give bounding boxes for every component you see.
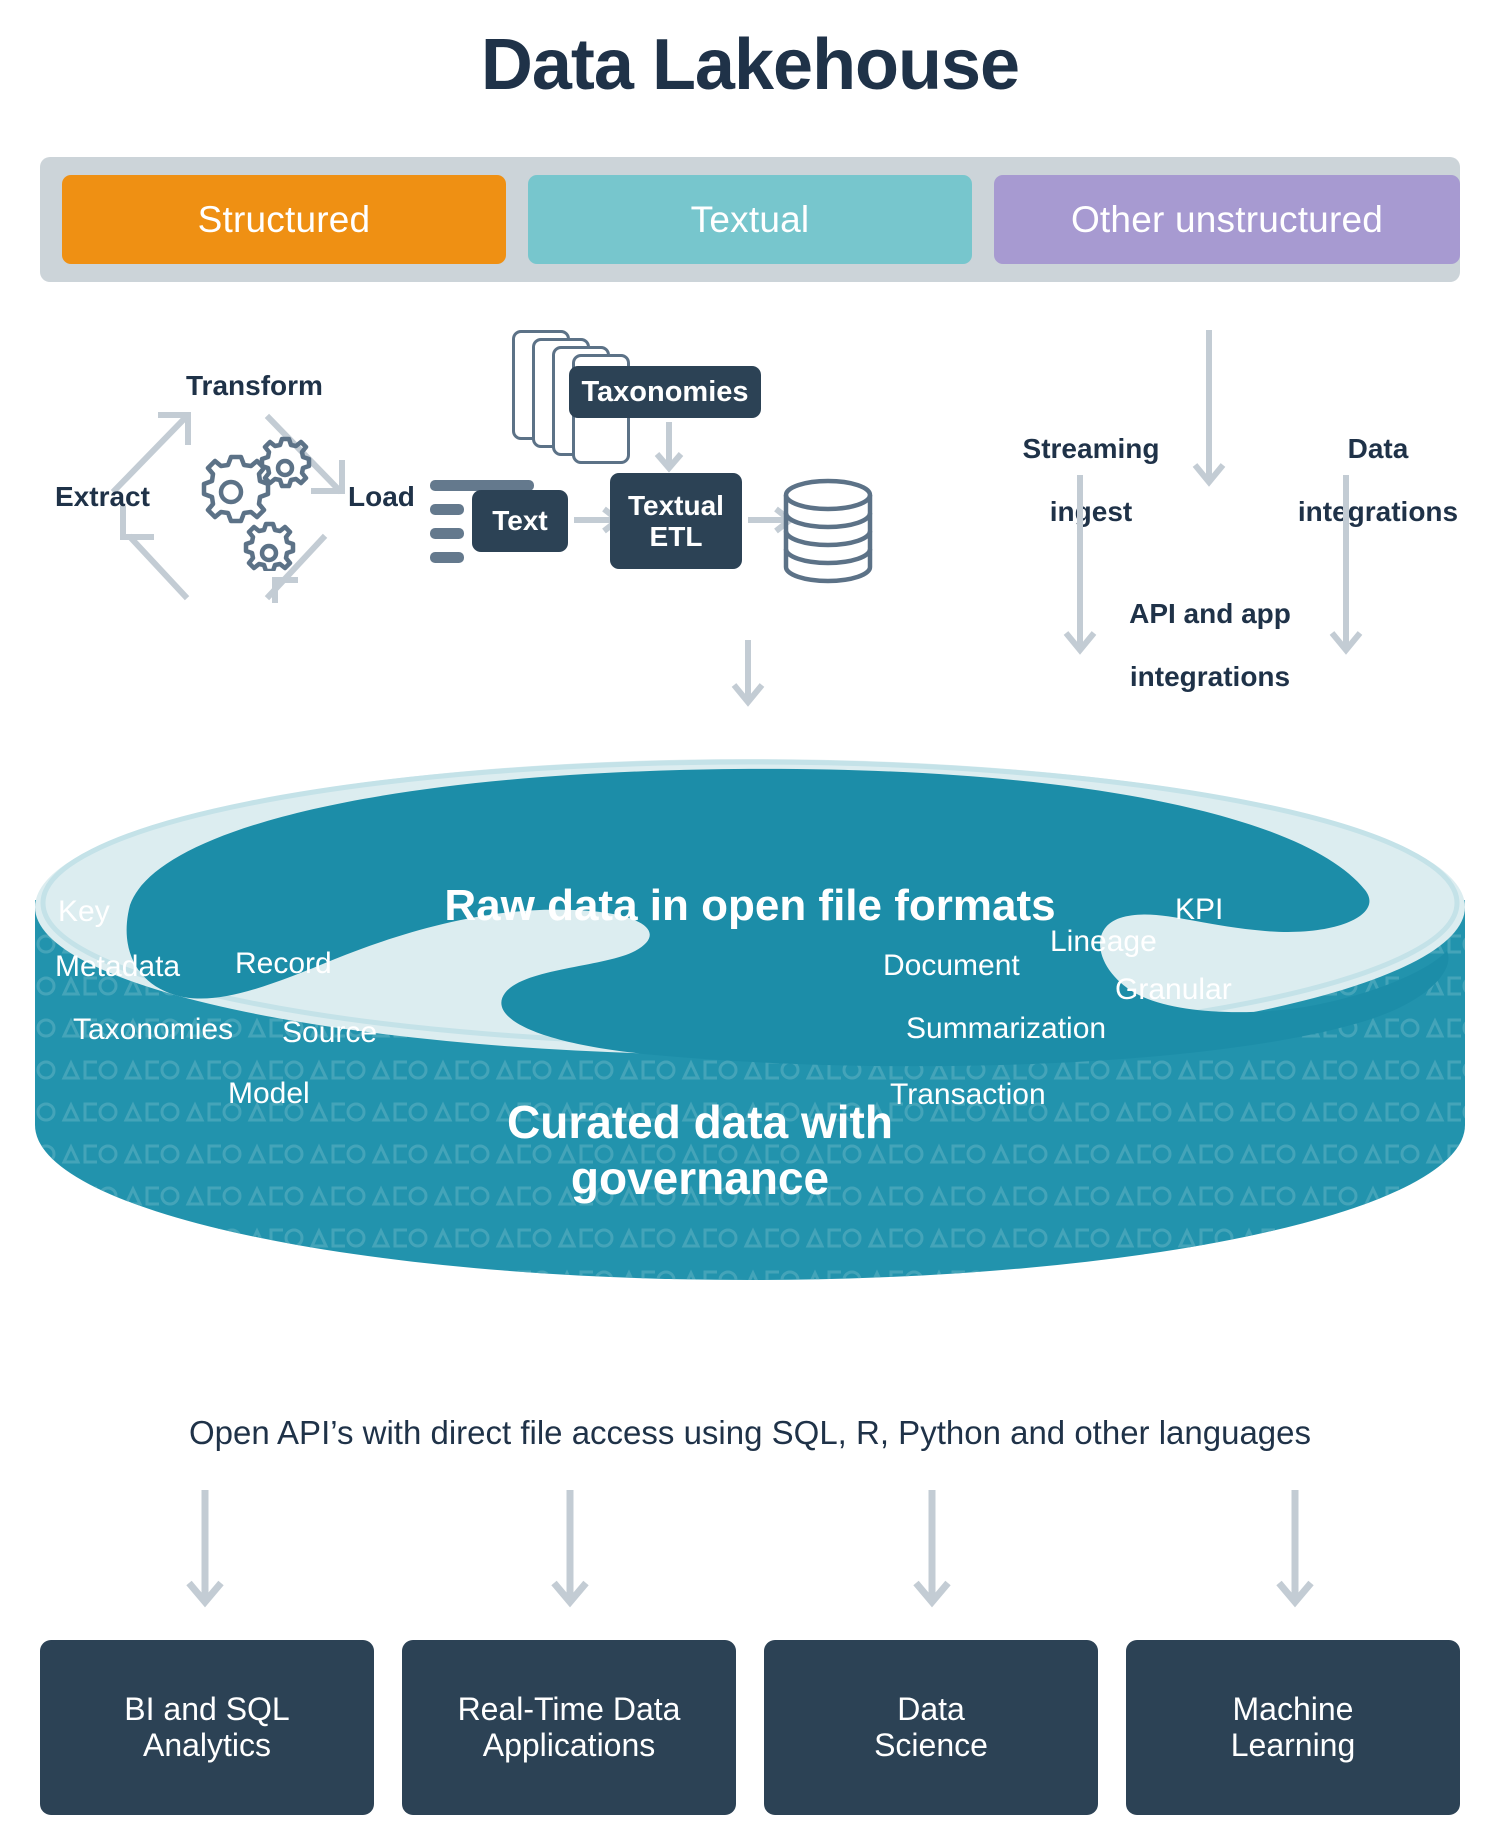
open-api-caption: Open API’s with direct file access using…	[188, 1414, 1312, 1451]
arrow-down-icon	[1063, 475, 1097, 655]
governance-tag: Key	[58, 895, 110, 928]
output-label-line1: BI and SQL	[124, 1690, 290, 1727]
governance-tag: Granular	[1115, 973, 1232, 1006]
governance-tag: Record	[235, 947, 332, 980]
governance-tag: Taxonomies	[73, 1013, 234, 1046]
governance-tag: Transaction	[890, 1078, 1046, 1111]
output-tile-bi-sql-analytics[interactable]: BI and SQL Analytics	[40, 1640, 374, 1815]
arrow-down-icon	[1276, 1490, 1314, 1608]
curated-label-line1: Curated data with	[507, 1096, 893, 1148]
output-tile-machine-learning[interactable]: Machine Learning	[1126, 1640, 1460, 1815]
arrow-down-icon	[1192, 330, 1226, 487]
governance-tag: Document	[883, 949, 1020, 982]
data-category-bar: Structured Textual Other unstructured	[40, 157, 1460, 282]
arrow-down-icon	[913, 1490, 951, 1608]
output-label-line1: Data	[897, 1690, 965, 1727]
lakehouse-illustration: Raw data in open file formats	[35, 759, 1465, 1280]
ingest-arrows-group	[731, 330, 1363, 707]
output-label-line1: Real-Time Data	[457, 1690, 681, 1727]
category-label-other-unstructured: Other unstructured	[1070, 198, 1384, 240]
page-title: Data Lakehouse	[480, 25, 1020, 105]
output-tile-data-science[interactable]: Data Science	[764, 1640, 1098, 1815]
arrow-down-icon	[186, 1490, 224, 1608]
curated-label: Curated data with governance	[450, 1094, 950, 1206]
governance-tag: Summarization	[906, 1012, 1107, 1045]
curated-label-line2: governance	[570, 1152, 830, 1205]
governance-tag: Lineage	[1050, 925, 1157, 958]
category-label-structured: Structured	[197, 198, 371, 240]
output-tile-real-time-data-applications[interactable]: Real-Time Data Applications	[402, 1640, 736, 1815]
governance-tag: KPI	[1175, 893, 1224, 926]
output-label-line2: Learning	[1230, 1726, 1356, 1763]
raw-data-label: Raw data in open file formats	[444, 881, 1055, 930]
category-chip-structured[interactable]: Structured	[62, 175, 506, 264]
category-chip-other-unstructured[interactable]: Other unstructured	[994, 175, 1460, 264]
arrow-down-icon	[1329, 475, 1363, 655]
arrow-down-icon	[731, 640, 765, 707]
arrow-down-icon	[551, 1490, 589, 1608]
governance-tag: Model	[228, 1077, 310, 1110]
output-arrows-group	[186, 1490, 1314, 1608]
category-chip-textual[interactable]: Textual	[528, 175, 972, 264]
output-label-line2: Applications	[482, 1726, 656, 1763]
governance-tag: Metadata	[55, 950, 181, 983]
governance-tag: Source	[282, 1016, 378, 1049]
output-label-line2: Analytics	[142, 1726, 272, 1763]
output-label-line2: Science	[874, 1726, 988, 1763]
diagram-canvas: Data Lakehouse Structured Textual Other …	[0, 0, 1500, 1835]
output-tiles-row: BI and SQL Analytics Real-Time Data Appl…	[40, 1640, 1460, 1815]
output-label-line1: Machine	[1232, 1690, 1354, 1727]
category-label-textual: Textual	[690, 198, 810, 240]
